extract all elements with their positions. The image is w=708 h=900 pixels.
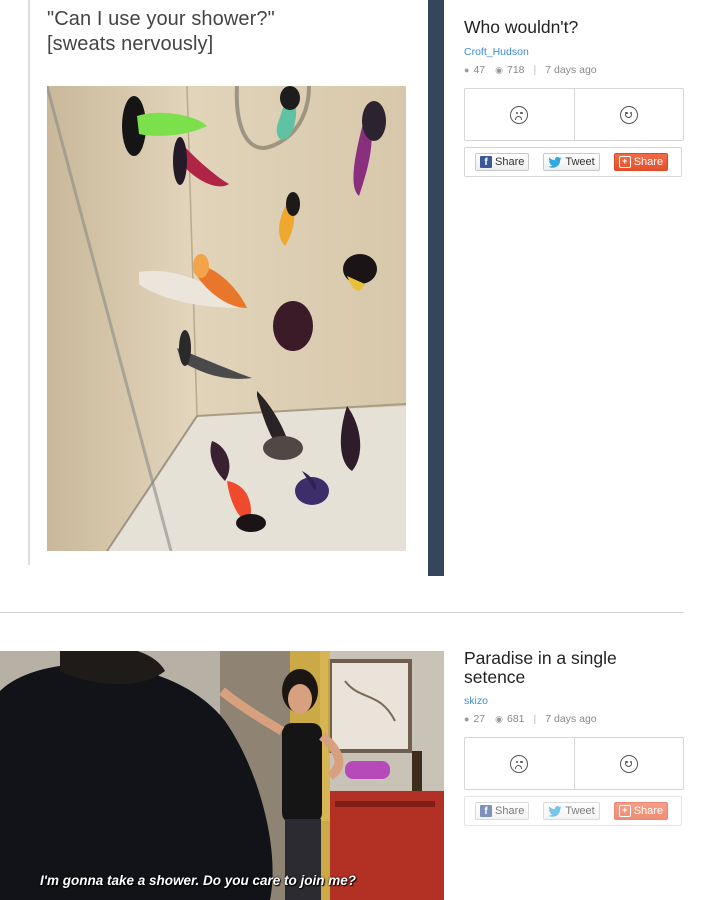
post2-subtitle: I'm gonna take a shower. Do you care to … [40, 873, 357, 888]
post1-sad-button[interactable] [465, 89, 574, 140]
views-icon: ◉ [495, 713, 503, 724]
post1-reactions [464, 88, 684, 141]
meta-separator: | [533, 713, 537, 725]
post1-time: 7 days ago [545, 64, 597, 76]
facebook-icon: f [480, 805, 492, 817]
post2-meta: ● 27 ◉ 681 | 7 days ago [464, 713, 597, 725]
post1-meta: ● 47 ◉ 718 | 7 days ago [464, 64, 597, 76]
quote-rule [28, 0, 30, 565]
tweet-label: Tweet [565, 156, 595, 168]
meta-separator: | [533, 64, 537, 76]
post1-text-line-2: [sweats nervously] [47, 33, 214, 55]
comment-icon: ● [464, 65, 470, 75]
post2-share-bar: f Share Tweet + Share [464, 796, 682, 826]
post1-comment-count: 47 [473, 64, 486, 76]
post2-reactions [464, 737, 684, 790]
sad-face-icon [510, 754, 529, 773]
post2-image[interactable] [0, 651, 444, 900]
happy-face-icon [619, 105, 638, 124]
post2-title-line-2[interactable]: setence [464, 667, 664, 687]
views-icon: ◉ [495, 64, 503, 75]
post-divider [0, 612, 684, 613]
sidebar-strip [428, 0, 444, 576]
facebook-share-button[interactable]: f Share [475, 153, 530, 171]
google-share-button[interactable]: + Share [613, 153, 669, 171]
tweet-label: Tweet [565, 805, 595, 817]
post1-title[interactable]: Who wouldn't? [464, 17, 664, 37]
post2-view-count: 681 [506, 713, 525, 725]
google-share-button[interactable]: + Share [613, 802, 669, 820]
post2-title-line-1[interactable]: Paradise in a single [464, 648, 664, 668]
facebook-share-button[interactable]: f Share [475, 802, 530, 820]
post2-sad-button[interactable] [465, 738, 574, 789]
post2-time: 7 days ago [545, 713, 597, 725]
post1-text-line-1: "Can I use your shower?" [47, 8, 275, 30]
post1-image[interactable] [47, 86, 406, 551]
google-plus-icon: + [618, 805, 631, 817]
google-share-label: Share [633, 805, 664, 817]
comment-icon: ● [464, 714, 470, 724]
twitter-icon [548, 805, 562, 817]
post2-happy-button[interactable] [573, 738, 684, 789]
post1-view-count: 718 [506, 64, 525, 76]
twitter-icon [548, 156, 562, 168]
happy-face-icon [619, 754, 638, 773]
google-plus-icon: + [618, 156, 631, 168]
google-share-label: Share [633, 156, 664, 168]
tweet-button[interactable]: Tweet [543, 153, 600, 171]
tweet-button[interactable]: Tweet [543, 802, 600, 820]
post1-author[interactable]: Croft_Hudson [464, 46, 529, 58]
facebook-icon: f [480, 156, 492, 168]
facebook-share-label: Share [495, 156, 525, 168]
post2-comment-count: 27 [473, 713, 486, 725]
facebook-share-label: Share [495, 805, 525, 817]
post1-share-bar: f Share Tweet + Share [464, 147, 682, 177]
post2-author[interactable]: skizo [464, 695, 488, 707]
post1-happy-button[interactable] [573, 89, 684, 140]
sad-face-icon [510, 105, 529, 124]
